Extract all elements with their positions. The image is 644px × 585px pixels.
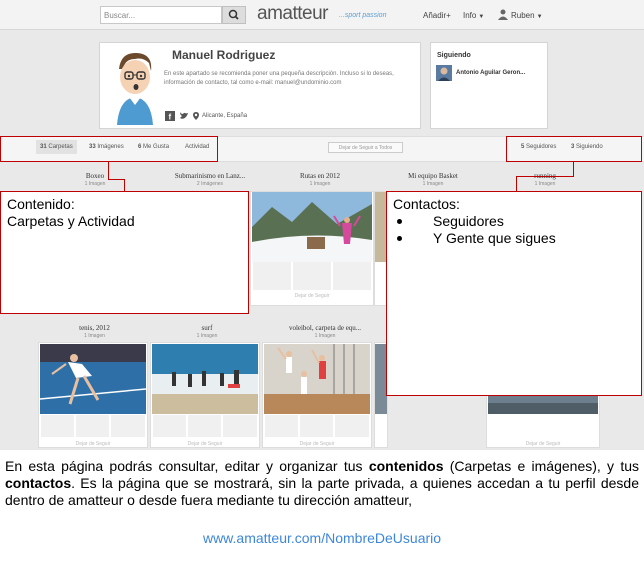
list-item: Y Gente que sigues: [393, 230, 635, 247]
user-icon: [498, 9, 508, 20]
folder-thumbnail-snow[interactable]: [252, 192, 372, 262]
folder-thumbnail-surf[interactable]: [152, 344, 258, 414]
unfollow-folder-button[interactable]: Dejar de Seguir: [152, 441, 258, 447]
unfollow-folder-button[interactable]: Dejar de Seguir: [264, 441, 370, 447]
annotation-connector: [516, 176, 574, 177]
nav-add[interactable]: Añadir+: [423, 11, 451, 20]
nav-user-menu[interactable]: Ruben ▼: [511, 11, 543, 20]
followed-user-avatar[interactable]: [436, 65, 452, 81]
folder-thumbnail-partial[interactable]: [488, 395, 598, 414]
folder-thumbnail-volleyball[interactable]: [264, 344, 370, 414]
logo-tagline: ...sport passion: [339, 12, 387, 19]
annotation-connector: [573, 162, 574, 177]
profile-location: Alicante, España: [202, 113, 248, 119]
keyword-contacts: contactos: [5, 475, 72, 491]
folder-count: 1 Imagen: [314, 333, 336, 339]
profile-avatar: [109, 47, 159, 125]
callout-content-title: Contenido:: [7, 196, 75, 212]
folder-count: 1 Imagen: [309, 181, 331, 187]
top-navigation-bar: Buscar... amatteur ...sport passion Añad…: [0, 0, 644, 30]
folder-empty-grid: [265, 415, 369, 437]
profile-description: En este apartado se recomienda poner una…: [164, 71, 394, 86]
following-panel-title: Siguiendo: [437, 52, 471, 59]
folder-count: 1 Imagen: [84, 333, 105, 339]
profile-name: Manuel Rodriguez: [172, 48, 276, 62]
annotation-connector: [124, 179, 125, 191]
bullet-icon: [397, 219, 402, 224]
nav-info[interactable]: Info ▼: [463, 11, 484, 20]
folder-count: 1 Imagen: [422, 181, 444, 187]
profile-url[interactable]: www.amatteur.com/NombreDeUsuario: [0, 530, 644, 546]
annotation-connector: [108, 162, 109, 180]
unfollow-folder-button[interactable]: Dejar de Seguir: [40, 441, 146, 447]
chevron-down-icon: ▼: [478, 14, 485, 20]
svg-text:f: f: [169, 113, 172, 122]
folder-count: 2 Imágenes: [196, 181, 224, 187]
folder-empty-grid: [253, 262, 371, 290]
search-button[interactable]: [222, 6, 246, 24]
folder-title[interactable]: Mi equipo Basket: [392, 172, 474, 180]
callout-content-text: Carpetas y Actividad: [7, 213, 135, 229]
folder-empty-grid: [41, 415, 145, 437]
folder-count: 1 Imagen: [84, 181, 106, 187]
callout-contacts-title: Contactos:: [393, 196, 460, 212]
folder-thumbnail-tennis[interactable]: [40, 344, 146, 414]
callout-content: Contenido: Carpetas y Actividad: [0, 191, 249, 314]
highlight-content-tabs: [0, 136, 218, 162]
highlight-contacts-tabs: [506, 136, 642, 162]
twitter-icon[interactable]: [179, 111, 189, 121]
folder-count: 1 Imagen: [534, 181, 556, 187]
facebook-icon[interactable]: f: [165, 111, 175, 121]
folder-title[interactable]: Submarinismo en Lanz...: [160, 172, 260, 180]
list-item: Seguidores: [393, 213, 635, 230]
annotation-connector: [108, 179, 124, 180]
unfollow-folder-button[interactable]: Dejar de Seguir: [488, 441, 598, 447]
callout-contacts: Contactos: Seguidores Y Gente que sigues: [386, 191, 642, 396]
amatteur-logo[interactable]: amatteur: [257, 3, 328, 25]
folder-title[interactable]: Rutas en 2012: [280, 172, 360, 180]
annotation-connector: [516, 176, 517, 191]
folder-title[interactable]: surf: [167, 324, 247, 332]
folder-title[interactable]: tenis, 2012: [52, 324, 137, 332]
search-input[interactable]: Buscar...: [100, 6, 222, 24]
followed-user-name[interactable]: Antonio Aguilar Geron...: [456, 70, 525, 76]
bullet-icon: [397, 236, 402, 241]
folder-title[interactable]: voleibol, carpeta de equ...: [270, 324, 380, 332]
explanation-text: En esta página podrás consultar, editar …: [5, 458, 639, 508]
callout-contacts-list: Seguidores Y Gente que sigues: [393, 213, 635, 247]
location-pin-icon: [193, 112, 199, 120]
unfollow-folder-button[interactable]: Dejar de Seguir: [252, 293, 372, 299]
folder-count: 1 Imagen: [196, 333, 218, 339]
unfollow-all-button[interactable]: Dejar de Seguir a Todos: [328, 142, 403, 153]
search-icon: [228, 9, 239, 20]
chevron-down-icon: ▼: [536, 14, 543, 20]
keyword-contents: contenidos: [368, 458, 444, 474]
folder-empty-grid: [153, 415, 257, 437]
